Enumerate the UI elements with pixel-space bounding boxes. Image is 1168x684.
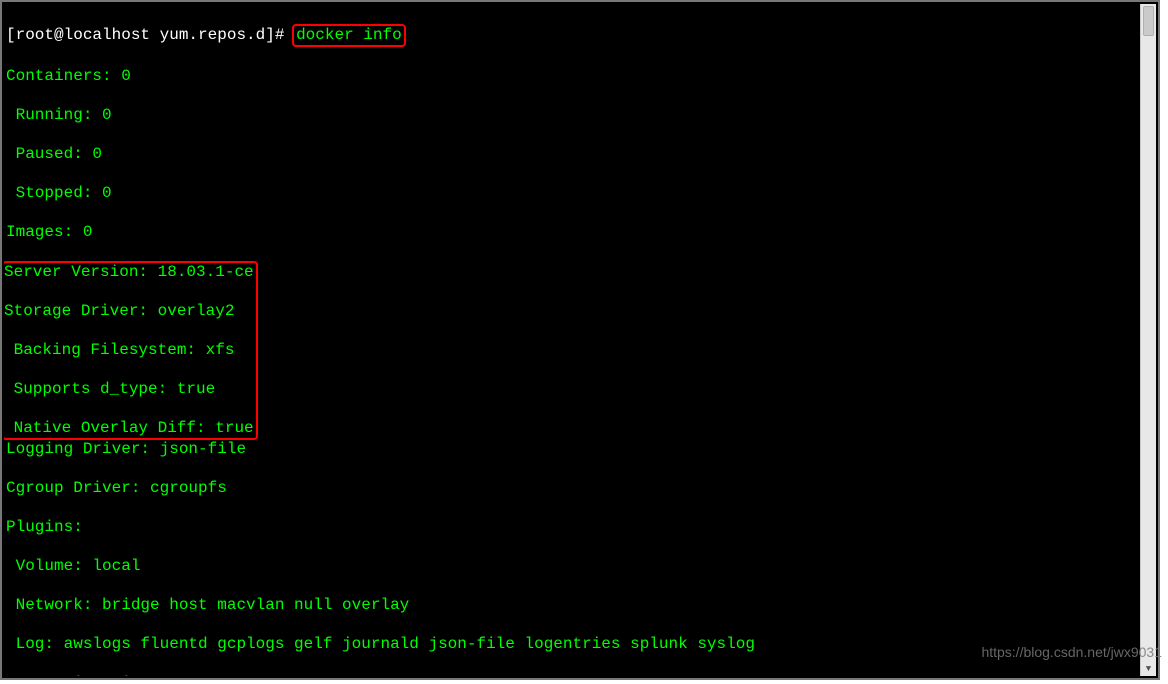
output-line: Log: awslogs fluentd gcplogs gelf journa…	[6, 635, 1138, 655]
prompt-text: [root@localhost yum.repos.d]#	[6, 26, 284, 44]
output-line: Native Overlay Diff: true	[4, 419, 254, 439]
output-line: Logging Driver: json-file	[6, 440, 1138, 460]
prompt-line: [root@localhost yum.repos.d]# docker inf…	[6, 24, 1138, 48]
output-line: Volume: local	[6, 557, 1138, 577]
output-line: Network: bridge host macvlan null overla…	[6, 596, 1138, 616]
output-line: Running: 0	[6, 106, 1138, 126]
terminal-window: [root@localhost yum.repos.d]# docker inf…	[0, 0, 1160, 680]
scroll-down-icon[interactable]: ▼	[1141, 662, 1156, 676]
output-line: Paused: 0	[6, 145, 1138, 165]
output-line: Server Version: 18.03.1-ce	[4, 263, 254, 283]
output-line: Backing Filesystem: xfs	[4, 341, 254, 361]
output-line: Cgroup Driver: cgroupfs	[6, 479, 1138, 499]
command-text: docker info	[296, 26, 402, 44]
output-line: Storage Driver: overlay2	[4, 302, 254, 322]
section-highlight: Server Version: 18.03.1-ce Storage Drive…	[4, 261, 258, 441]
output-line: Plugins:	[6, 518, 1138, 538]
output-line: Supports d_type: true	[4, 380, 254, 400]
output-line: Swarm: inactive	[6, 674, 1138, 676]
scroll-thumb[interactable]	[1143, 6, 1154, 36]
output-line: Stopped: 0	[6, 184, 1138, 204]
watermark-text: https://blog.csdn.net/jwx9031	[981, 644, 1162, 660]
terminal-output[interactable]: [root@localhost yum.repos.d]# docker inf…	[4, 4, 1140, 676]
output-line: Images: 0	[6, 223, 1138, 243]
vertical-scrollbar[interactable]: ▲ ▼	[1140, 4, 1156, 676]
command-highlight: docker info	[292, 24, 406, 48]
output-line: Containers: 0	[6, 67, 1138, 87]
